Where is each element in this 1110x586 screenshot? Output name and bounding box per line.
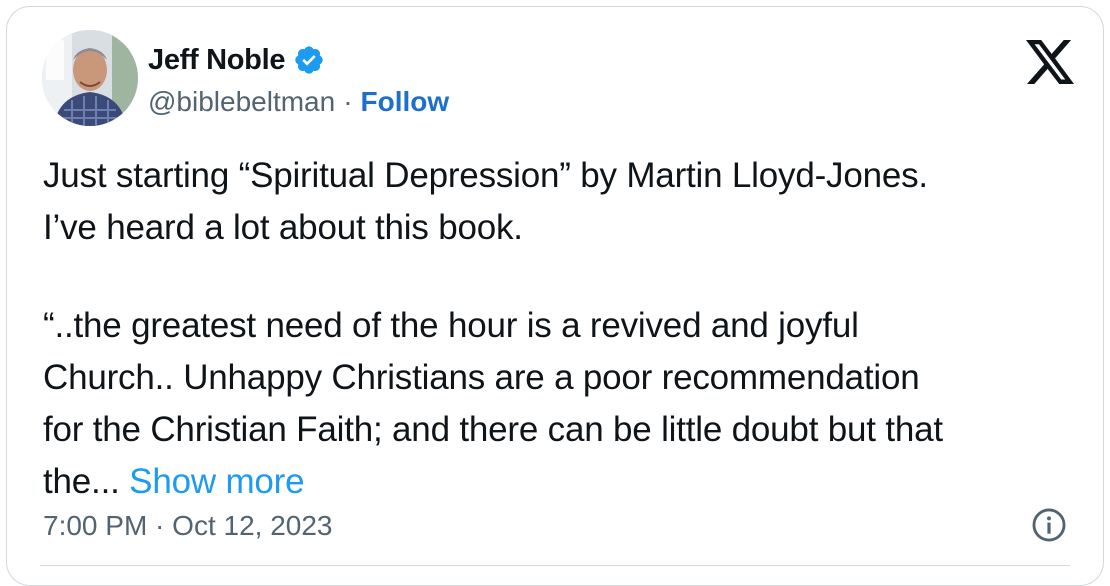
- tweet-line: I’ve heard a lot about this book.: [43, 208, 523, 247]
- divider: [40, 565, 1070, 566]
- follow-button[interactable]: Follow: [361, 86, 450, 118]
- avatar[interactable]: [42, 30, 138, 126]
- author-handle-row: @biblebeltman · Follow: [148, 82, 449, 122]
- tweet-line: Just starting “Spiritual Depression” by …: [43, 156, 928, 195]
- tweet-last-line: the... Show more: [43, 456, 1093, 508]
- verified-badge-icon[interactable]: [293, 44, 325, 76]
- show-more-link[interactable]: Show more: [129, 462, 304, 501]
- author-handle[interactable]: @biblebeltman: [148, 86, 335, 118]
- x-logo-icon[interactable]: [1026, 40, 1074, 84]
- tweet-timestamp[interactable]: 7:00 PM · Oct 12, 2023: [43, 506, 333, 546]
- tweet-text: Just starting “Spiritual Depression” by …: [43, 150, 1093, 508]
- author-name[interactable]: Jeff Noble: [148, 44, 285, 77]
- profile-photo: [42, 30, 138, 126]
- tweet-line: Church.. Unhappy Christians are a poor r…: [43, 358, 920, 397]
- author-name-row: Jeff Noble: [148, 40, 325, 80]
- separator-dot: ·: [343, 86, 353, 117]
- tweet-line: “..the greatest need of the hour is a re…: [43, 306, 859, 345]
- tweet-line: for the Christian Faith; and there can b…: [43, 410, 943, 449]
- tweet-line: the...: [43, 462, 120, 501]
- info-icon[interactable]: [1030, 506, 1068, 544]
